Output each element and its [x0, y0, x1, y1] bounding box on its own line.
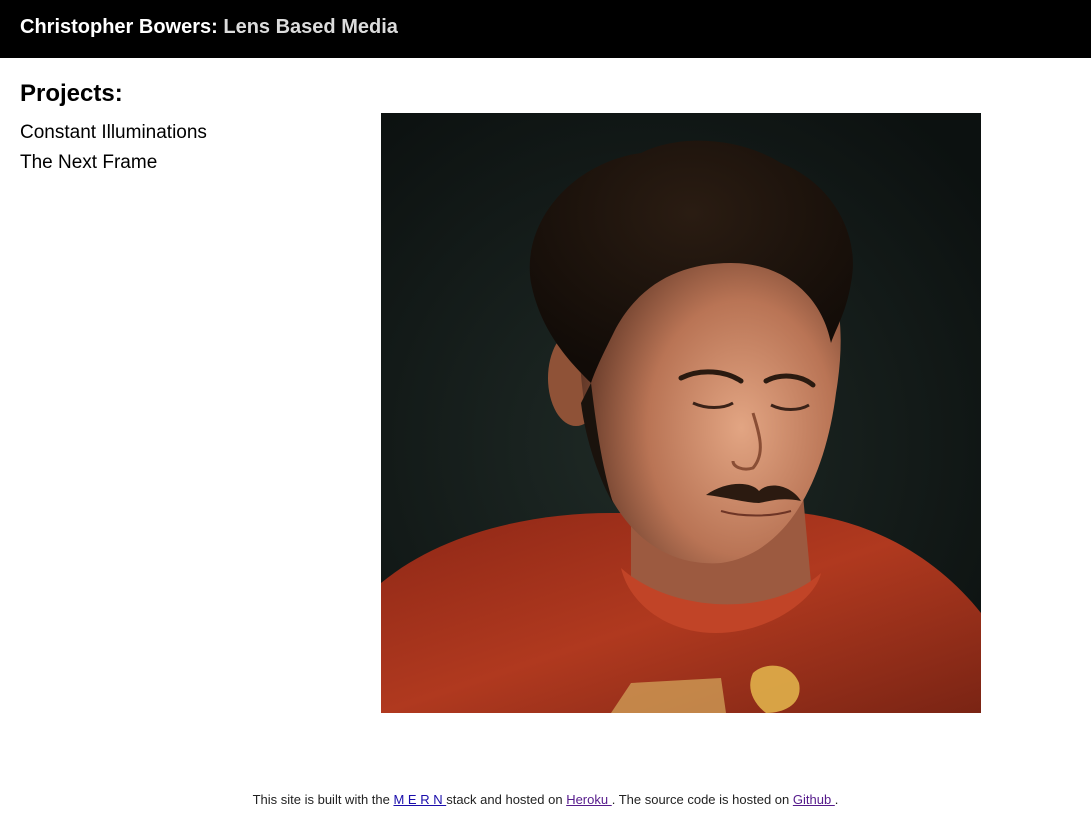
site-header: Christopher Bowers: Lens Based Media: [0, 0, 1091, 58]
site-owner-name: Christopher Bowers:: [20, 16, 218, 38]
projects-heading: Projects:: [20, 80, 123, 107]
site-subtitle: Lens Based Media: [223, 16, 398, 38]
footer-text: This site is built with the: [252, 792, 394, 807]
project-link-constant-illuminations[interactable]: Constant Illuminations: [20, 118, 207, 148]
footer-text: .: [834, 792, 839, 807]
site-title[interactable]: Christopher Bowers: Lens Based Media: [20, 14, 398, 40]
site-footer: This site is built with the M E R N stac…: [0, 791, 1091, 809]
mern-link[interactable]: M E R N: [393, 792, 446, 807]
featured-photo: [381, 113, 981, 713]
footer-text: . The source code is hosted on: [611, 792, 793, 807]
github-link[interactable]: Github: [793, 792, 835, 807]
heroku-link[interactable]: Heroku: [566, 792, 612, 807]
project-list: Constant Illuminations The Next Frame: [20, 118, 207, 178]
footer-text: stack and hosted on: [446, 792, 567, 807]
project-link-the-next-frame[interactable]: The Next Frame: [20, 148, 207, 178]
